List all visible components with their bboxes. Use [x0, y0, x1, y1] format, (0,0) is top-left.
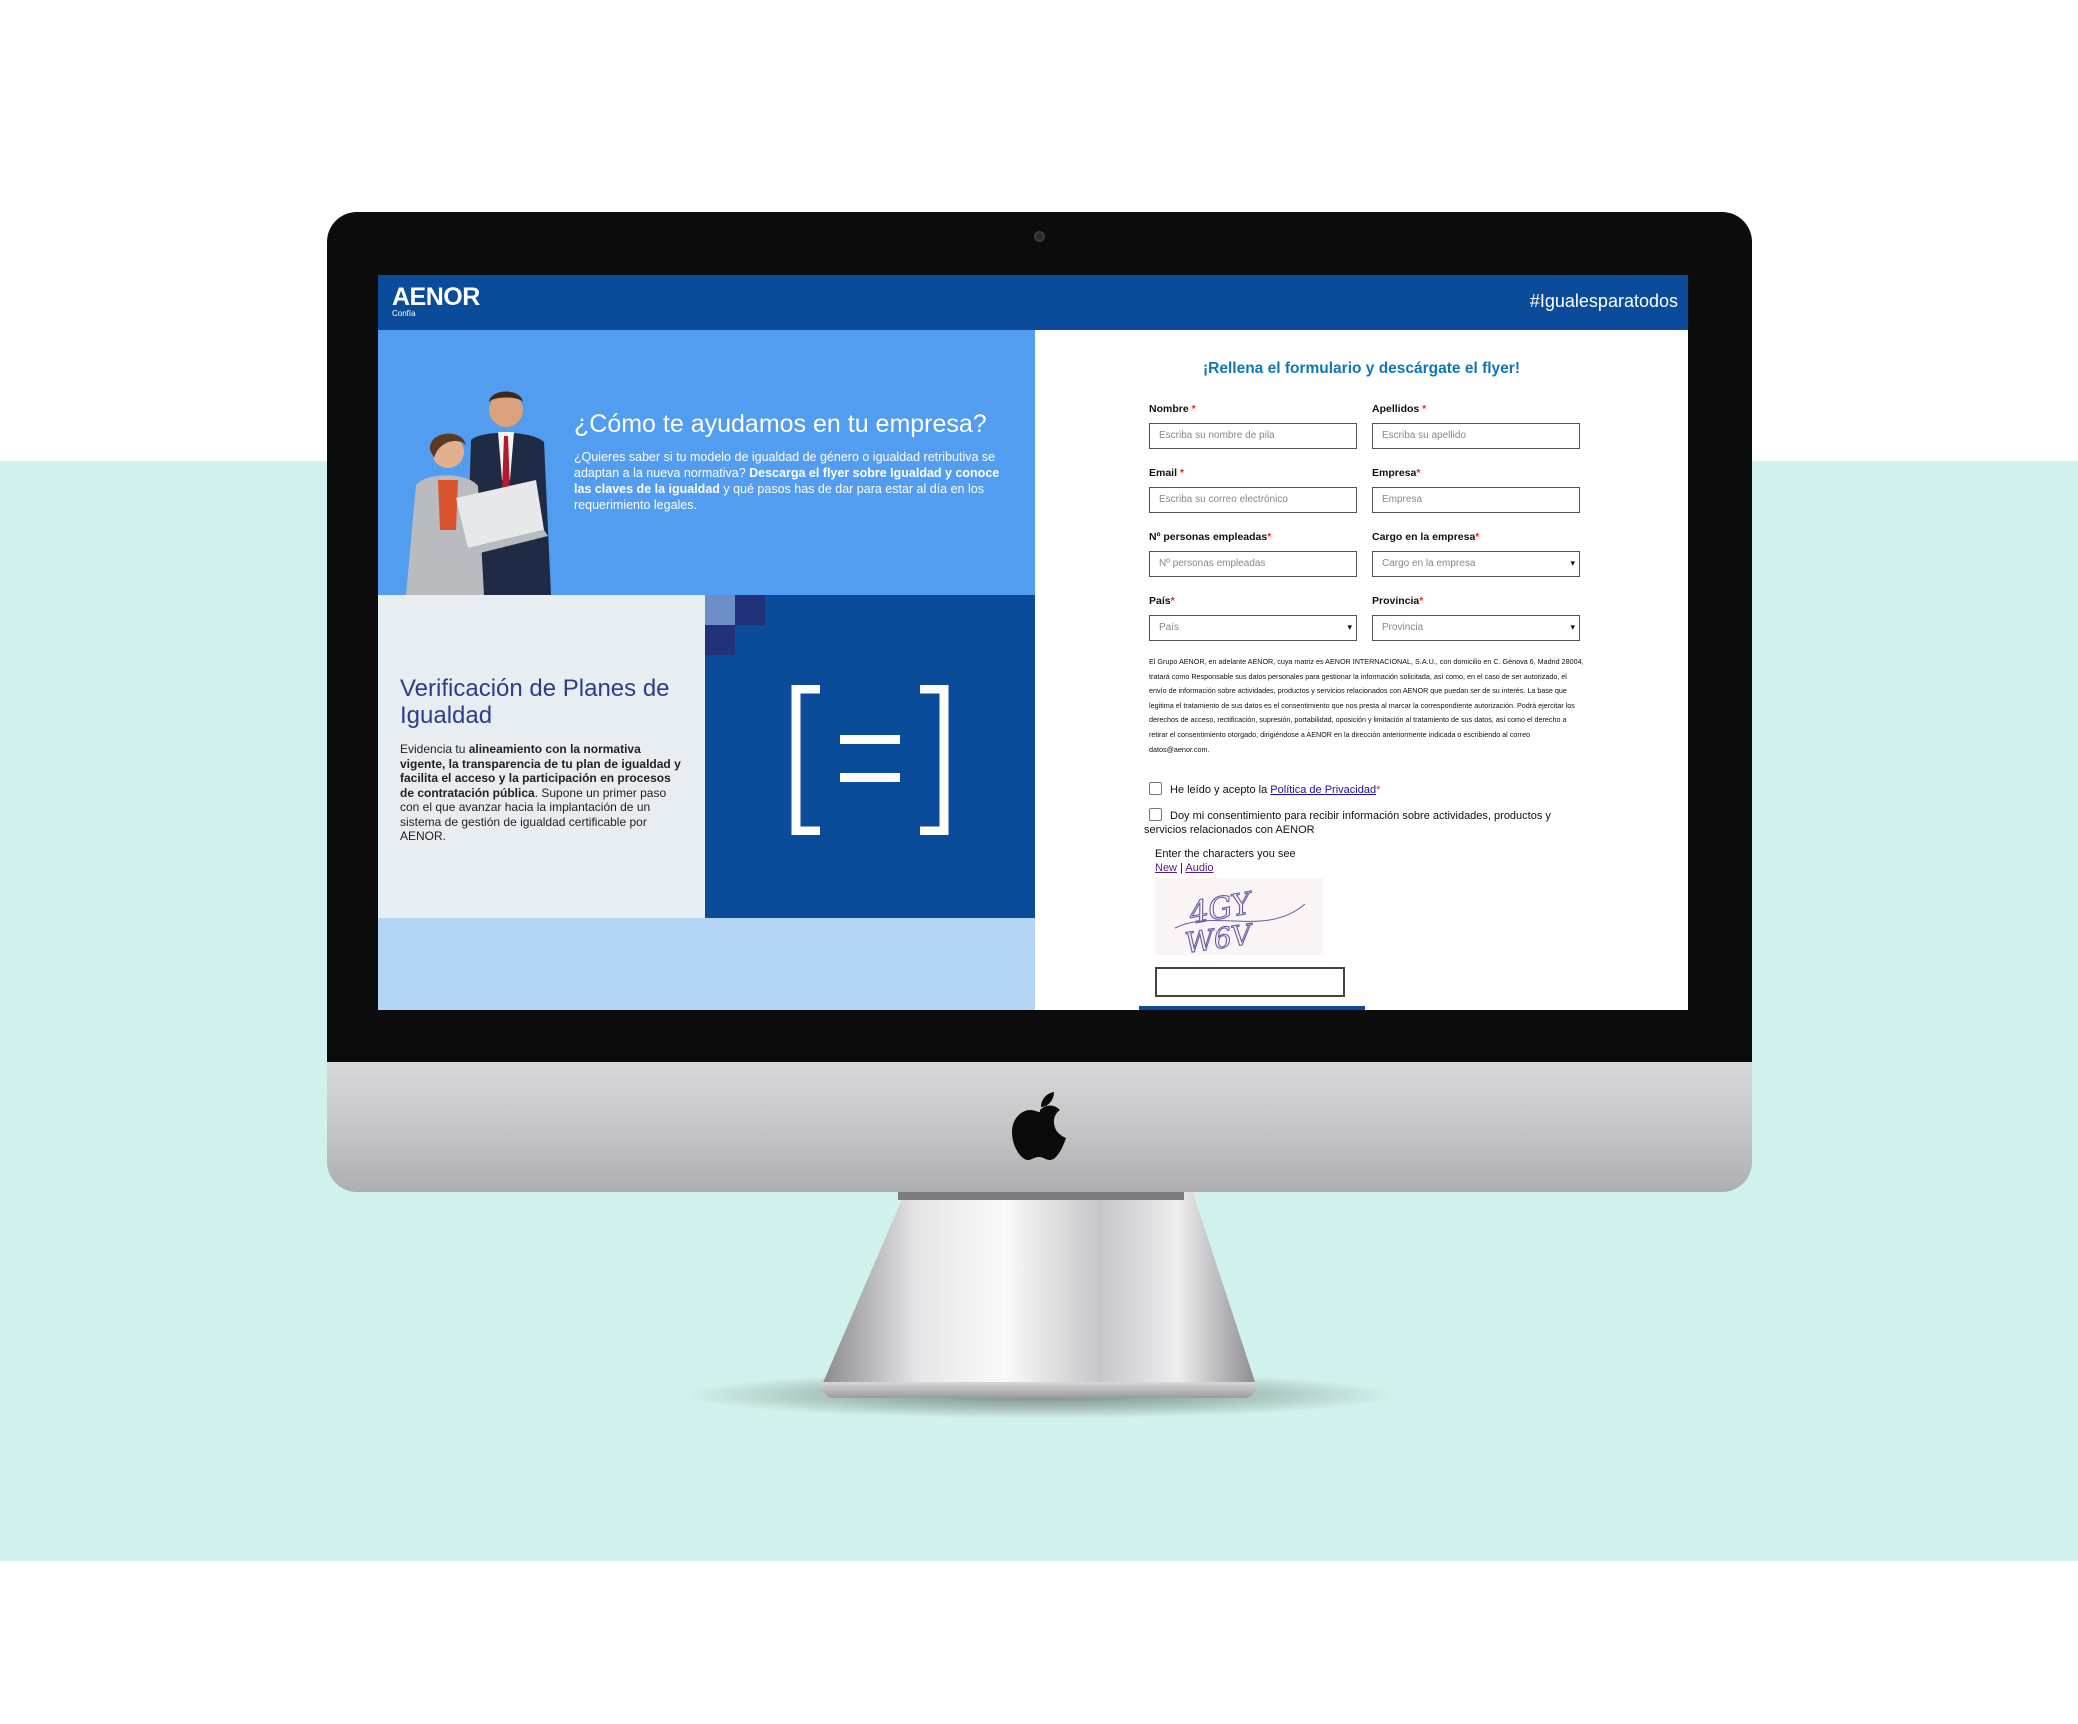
decor-square — [705, 625, 735, 655]
cargo-label: Cargo en la empresa* — [1372, 531, 1480, 543]
verification-text: Evidencia tu alineamiento con la normati… — [400, 742, 681, 843]
captcha-audio-link[interactable]: Audio — [1185, 862, 1213, 874]
privacy-policy-link[interactable]: Política de Privacidad — [1270, 784, 1376, 796]
camera-icon — [1034, 231, 1045, 242]
lower-light-blue-band — [378, 918, 1035, 1010]
equality-bracket-icon — [791, 685, 949, 835]
stand-base — [822, 1382, 1256, 1398]
download-form: ¡Rellena el formulario y descárgate el f… — [1035, 330, 1688, 1010]
email-input[interactable]: Escriba su correo electrónico — [1149, 487, 1357, 513]
cargo-field: Cargo en la empresa* Cargo en la empresa — [1372, 531, 1580, 577]
top-bar: AENOR Confía #Igualesparatodos — [378, 275, 1688, 330]
empleados-input[interactable]: Nº personas empleadas — [1149, 551, 1357, 577]
captcha-image: 4GY W6V — [1155, 878, 1323, 960]
provincia-label: Provincia* — [1372, 595, 1424, 607]
decor-square — [735, 595, 765, 625]
captcha-distorted-text: 4GY W6V — [1174, 885, 1306, 960]
screen: AENOR Confía #Igualesparatodos ¿Cómo te … — [378, 275, 1688, 1010]
pais-select[interactable]: País — [1149, 615, 1357, 641]
captcha-links: New | Audio — [1155, 862, 1214, 874]
apellidos-label: Apellidos * — [1372, 403, 1427, 415]
hero-title: ¿Cómo te ayudamos en tu empresa? — [574, 410, 987, 438]
privacy-consent-row: He leído y acepto la Política de Privaci… — [1149, 782, 1380, 797]
empleados-field: Nº personas empleadas* Nº personas emple… — [1149, 531, 1357, 577]
empresa-label: Empresa* — [1372, 467, 1421, 479]
pais-field: País* País — [1149, 595, 1357, 641]
captcha-label: Enter the characters you see — [1155, 848, 1296, 860]
equality-graphic-panel — [705, 595, 1035, 918]
business-people-image — [406, 391, 551, 595]
privacy-checkbox[interactable] — [1149, 782, 1162, 795]
privacy-label: He leído y acepto la — [1170, 784, 1271, 796]
hero-text: ¿Quieres saber si tu modelo de igualdad … — [574, 450, 1000, 512]
form-title: ¡Rellena el formulario y descárgate el f… — [1202, 360, 1520, 377]
marketing-consent-row: Doy mi consentimiento para recibir infor… — [1144, 808, 1574, 837]
nombre-input[interactable]: Escriba su nombre de pila — [1149, 423, 1357, 449]
marketing-consent-label: Doy mi consentimiento para recibir infor… — [1144, 810, 1551, 836]
pais-label: País* — [1149, 595, 1175, 607]
hero-banner: ¿Cómo te ayudamos en tu empresa? ¿Quiere… — [378, 330, 1035, 595]
nombre-field: Nombre * Escriba su nombre de pila — [1149, 403, 1357, 449]
nombre-label: Nombre * — [1149, 403, 1196, 415]
submit-button[interactable] — [1139, 1006, 1365, 1010]
decor-square — [705, 595, 735, 625]
empresa-field: Empresa* Empresa — [1372, 467, 1580, 513]
apellidos-field: Apellidos * Escriba su apellido — [1372, 403, 1580, 449]
privacy-required-mark: * — [1376, 784, 1381, 796]
logo-tagline: Confía — [392, 309, 416, 318]
captcha-new-link[interactable]: New — [1155, 862, 1177, 874]
hashtag: #Igualesparatodos — [1529, 291, 1678, 311]
apellidos-input[interactable]: Escriba su apellido — [1372, 423, 1580, 449]
cargo-select[interactable]: Cargo en la empresa — [1372, 551, 1580, 577]
email-field: Email * Escriba su correo electrónico — [1149, 467, 1357, 513]
marketing-checkbox[interactable] — [1149, 808, 1162, 821]
apple-logo-icon — [1012, 1092, 1066, 1160]
email-label: Email * — [1149, 467, 1185, 479]
legal-notice: El Grupo AENOR, en adelante AENOR, cuya … — [1149, 657, 1584, 754]
empresa-input[interactable]: Empresa — [1372, 487, 1580, 513]
provincia-field: Provincia* Provincia — [1372, 595, 1580, 641]
aenor-logo[interactable]: AENOR — [392, 283, 480, 312]
empleados-label: Nº personas empleadas* — [1149, 531, 1272, 543]
verification-panel: Verificación de Planes de Igualdad Evide… — [378, 595, 705, 918]
provincia-select[interactable]: Provincia — [1372, 615, 1580, 641]
captcha-input[interactable] — [1155, 967, 1345, 997]
verification-title: Verificación de Planes de Igualdad — [400, 675, 670, 729]
